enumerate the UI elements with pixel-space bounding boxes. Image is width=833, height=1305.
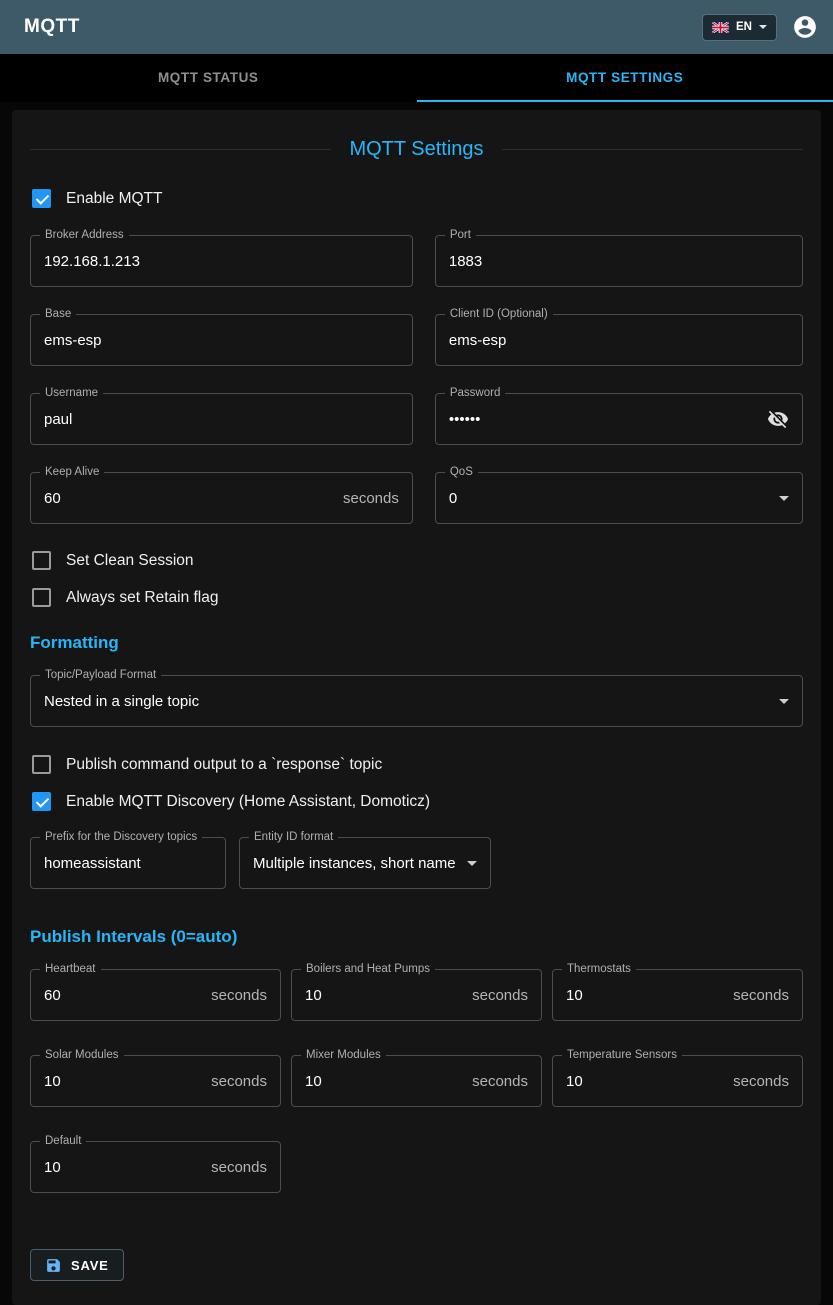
mqtt-discovery-row[interactable]: Enable MQTT Discovery (Home Assistant, D… — [32, 792, 803, 811]
mixer-modules-input[interactable] — [292, 1073, 541, 1090]
divider — [30, 149, 331, 150]
enable-mqtt-row[interactable]: Enable MQTT — [32, 189, 803, 208]
thermostats-label: Thermostats — [562, 963, 636, 976]
mqtt-discovery-checkbox[interactable] — [32, 792, 51, 811]
save-icon — [45, 1257, 62, 1274]
topic-format-select[interactable]: Topic/Payload Format Nested in a single … — [30, 675, 803, 727]
entity-id-format-select[interactable]: Entity ID format Multiple instances, sho… — [239, 837, 491, 889]
publish-response-checkbox[interactable] — [32, 755, 51, 774]
topic-format-label: Topic/Payload Format — [40, 669, 161, 682]
default-interval-label: Default — [40, 1135, 86, 1148]
retain-flag-checkbox[interactable] — [32, 588, 51, 607]
base-label: Base — [40, 308, 76, 321]
formatting-header: Formatting — [30, 633, 803, 653]
tab-mqtt-status[interactable]: MQTT STATUS — [0, 54, 417, 102]
base-input[interactable] — [31, 332, 412, 349]
password-field: Password — [435, 393, 803, 445]
client-id-input[interactable] — [436, 332, 802, 349]
default-interval-input[interactable] — [31, 1159, 280, 1176]
temperature-sensors-input[interactable] — [553, 1073, 802, 1090]
username-label: Username — [40, 387, 103, 400]
thermostats-input[interactable] — [553, 987, 802, 1004]
intervals-grid: Heartbeat seconds Boilers and Heat Pumps… — [30, 969, 803, 1193]
language-button[interactable]: EN — [702, 14, 777, 41]
clean-session-row[interactable]: Set Clean Session — [32, 551, 803, 570]
client-id-field: Client ID (Optional) — [435, 314, 803, 366]
settings-card: MQTT Settings Enable MQTT Broker Address… — [12, 110, 821, 1305]
broker-address-input[interactable] — [31, 253, 412, 270]
entity-id-format-label: Entity ID format — [249, 831, 338, 844]
discovery-prefix-field: Prefix for the Discovery topics — [30, 837, 226, 889]
retain-flag-label: Always set Retain flag — [66, 589, 219, 607]
account-circle-icon — [792, 14, 818, 40]
solar-modules-label: Solar Modules — [40, 1049, 124, 1062]
temperature-sensors-label: Temperature Sensors — [562, 1049, 682, 1062]
discovery-prefix-label: Prefix for the Discovery topics — [40, 831, 202, 844]
mixer-modules-label: Mixer Modules — [301, 1049, 386, 1062]
port-input[interactable] — [436, 253, 802, 270]
save-button[interactable]: SAVE — [30, 1249, 124, 1281]
qos-value: 0 — [436, 490, 802, 507]
keep-alive-label: Keep Alive — [40, 466, 104, 479]
app-bar: MQTT EN — [0, 0, 833, 54]
boilers-input[interactable] — [292, 987, 541, 1004]
username-field: Username — [30, 393, 413, 445]
page-title: MQTT Settings — [349, 138, 483, 161]
chevron-down-icon — [779, 699, 789, 704]
keep-alive-input[interactable] — [31, 490, 412, 507]
visibility-off-icon — [767, 408, 789, 430]
boilers-field: Boilers and Heat Pumps seconds — [291, 969, 542, 1021]
broker-address-label: Broker Address — [40, 229, 129, 242]
broker-address-field: Broker Address — [30, 235, 413, 287]
port-field: Port — [435, 235, 803, 287]
publish-response-row[interactable]: Publish command output to a `response` t… — [32, 755, 803, 774]
heartbeat-input[interactable] — [31, 987, 280, 1004]
thermostats-field: Thermostats seconds — [552, 969, 803, 1021]
base-field: Base — [30, 314, 413, 366]
port-label: Port — [445, 229, 476, 242]
clean-session-checkbox[interactable] — [32, 551, 51, 570]
entity-id-format-value: Multiple instances, short name — [240, 855, 490, 872]
publish-intervals-header: Publish Intervals (0=auto) — [30, 927, 803, 947]
uk-flag-icon — [712, 22, 729, 33]
qos-select[interactable]: QoS 0 — [435, 472, 803, 524]
save-button-label: SAVE — [71, 1258, 109, 1273]
password-input[interactable] — [436, 411, 802, 428]
mqtt-discovery-label: Enable MQTT Discovery (Home Assistant, D… — [66, 793, 430, 811]
retain-flag-row[interactable]: Always set Retain flag — [32, 588, 803, 607]
boilers-label: Boilers and Heat Pumps — [301, 963, 435, 976]
page-title-row: MQTT Settings — [30, 138, 803, 161]
app-title: MQTT — [24, 16, 702, 38]
temperature-sensors-field: Temperature Sensors seconds — [552, 1055, 803, 1107]
heartbeat-label: Heartbeat — [40, 963, 101, 976]
mixer-modules-field: Mixer Modules seconds — [291, 1055, 542, 1107]
client-id-label: Client ID (Optional) — [445, 308, 553, 321]
divider — [502, 149, 803, 150]
heartbeat-field: Heartbeat seconds — [30, 969, 281, 1021]
clean-session-label: Set Clean Session — [66, 552, 194, 570]
default-interval-field: Default seconds — [30, 1141, 281, 1193]
tab-mqtt-settings[interactable]: MQTT SETTINGS — [417, 54, 833, 102]
tab-bar: MQTT STATUS MQTT SETTINGS — [0, 54, 833, 102]
chevron-down-icon — [467, 861, 477, 866]
solar-modules-field: Solar Modules seconds — [30, 1055, 281, 1107]
account-button[interactable] — [791, 13, 819, 41]
enable-mqtt-checkbox[interactable] — [32, 189, 51, 208]
chevron-down-icon — [779, 496, 789, 501]
qos-label: QoS — [445, 466, 478, 479]
enable-mqtt-label: Enable MQTT — [66, 190, 162, 208]
chevron-down-icon — [759, 25, 767, 29]
discovery-prefix-input[interactable] — [31, 855, 225, 872]
username-input[interactable] — [31, 411, 412, 428]
password-label: Password — [445, 387, 506, 400]
solar-modules-input[interactable] — [31, 1073, 280, 1090]
topic-format-value: Nested in a single topic — [31, 693, 802, 710]
language-label: EN — [736, 21, 752, 33]
toggle-password-visibility-button[interactable] — [764, 405, 792, 433]
publish-response-label: Publish command output to a `response` t… — [66, 756, 382, 774]
keep-alive-field: Keep Alive seconds — [30, 472, 413, 524]
